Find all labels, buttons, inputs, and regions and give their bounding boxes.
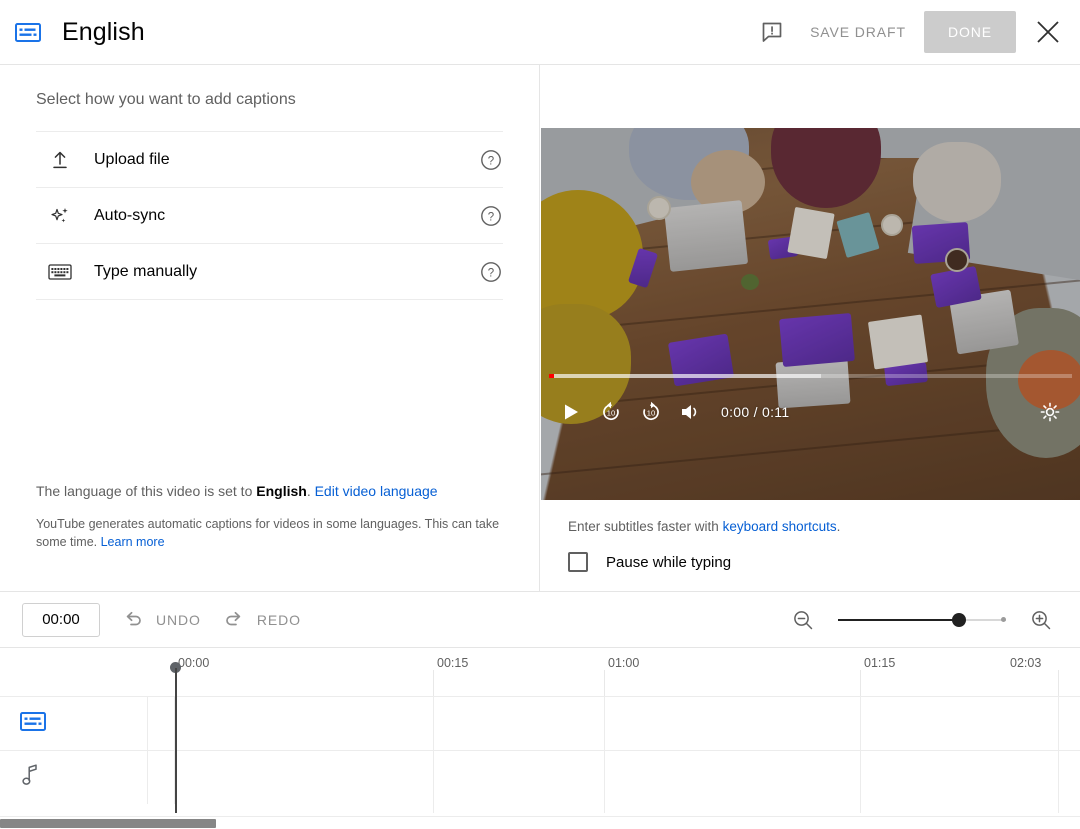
timeline-horizontal-scrollbar[interactable] xyxy=(0,816,1080,829)
keyboard-shortcuts-link[interactable]: keyboard shortcuts xyxy=(723,519,837,534)
zoom-out-icon[interactable] xyxy=(786,603,820,637)
option-upload-file[interactable]: Upload file ? xyxy=(36,132,503,188)
timeline-toolbar: UNDO REDO xyxy=(0,591,1080,647)
keyboard-shortcut-hint: Enter subtitles faster with keyboard sho… xyxy=(568,519,840,534)
video-controls: 10 10 0:00 / 0:11 xyxy=(541,386,1080,438)
timeline-gridline xyxy=(604,696,605,813)
help-circle-icon[interactable]: ? xyxy=(479,148,503,172)
undo-button[interactable]: UNDO xyxy=(122,607,201,632)
play-icon[interactable] xyxy=(551,392,591,432)
hint-suffix: . xyxy=(836,519,841,534)
zoom-in-icon[interactable] xyxy=(1024,603,1058,637)
video-time-display: 0:00 / 0:11 xyxy=(721,404,790,420)
rewind-10-icon[interactable]: 10 xyxy=(591,392,631,432)
timeline-gridline xyxy=(860,696,861,813)
help-circle-icon[interactable]: ? xyxy=(479,204,503,228)
undo-label: UNDO xyxy=(156,611,201,628)
svg-text:10: 10 xyxy=(647,409,655,418)
video-player[interactable]: 10 10 0:00 / 0:11 xyxy=(541,128,1080,500)
learn-more-link[interactable]: Learn more xyxy=(101,535,165,549)
timeline-gridline xyxy=(433,670,434,696)
zoom-slider-fill xyxy=(838,618,959,621)
upload-icon xyxy=(36,149,84,171)
header-bar: English SAVE DRAFT DONE xyxy=(0,0,1080,65)
pause-while-typing-checkbox[interactable] xyxy=(568,552,588,572)
help-circle-icon[interactable]: ? xyxy=(479,260,503,284)
keyboard-icon xyxy=(36,263,84,281)
video-preview-panel: 10 10 0:00 / 0:11 Enter subtitles faster… xyxy=(541,65,1080,591)
timeline-tick-label: 00:15 xyxy=(437,656,469,670)
zoom-slider-end-dot xyxy=(1001,617,1006,622)
lang-note-language: English xyxy=(256,483,307,499)
progress-played xyxy=(549,374,555,378)
auto-sync-sparkle-icon xyxy=(36,205,84,227)
audio-track-icon-cell xyxy=(0,751,148,804)
lang-note-prefix: The language of this video is set to xyxy=(36,483,257,499)
timeline-gridline xyxy=(1058,670,1059,696)
timeline-gridline xyxy=(433,696,434,813)
video-language-note: The language of this video is set to Eng… xyxy=(36,483,438,499)
svg-text:?: ? xyxy=(488,155,494,167)
current-time-input[interactable] xyxy=(22,602,100,637)
svg-text:?: ? xyxy=(488,267,494,279)
music-note-track-icon xyxy=(20,763,42,792)
header-actions: SAVE DRAFT DONE xyxy=(752,0,1080,64)
lang-note-suffix: . xyxy=(306,483,315,499)
forward-10-icon[interactable]: 10 xyxy=(631,392,671,432)
timeline-tick-label: 01:15 xyxy=(864,656,896,670)
timeline-tick-label: 00:00 xyxy=(178,656,210,670)
volume-icon[interactable] xyxy=(671,392,711,432)
save-draft-button[interactable]: SAVE DRAFT xyxy=(792,24,924,40)
done-button[interactable]: DONE xyxy=(923,11,1016,53)
caption-method-list: Upload file ? Auto-sync ? Type manually … xyxy=(36,131,503,300)
video-progress-bar[interactable] xyxy=(549,374,1072,378)
timeline-zoom-controls xyxy=(786,603,1080,637)
pause-while-typing-option[interactable]: Pause while typing xyxy=(568,552,731,572)
timeline-tick-label: 01:00 xyxy=(608,656,640,670)
closed-captions-track-icon xyxy=(20,711,46,736)
zoom-slider[interactable] xyxy=(838,610,1006,630)
scrollbar-thumb[interactable] xyxy=(0,819,216,828)
timeline-gridline xyxy=(1058,696,1059,813)
gear-icon[interactable] xyxy=(1030,392,1070,432)
edit-video-language-link[interactable]: Edit video language xyxy=(315,483,438,499)
zoom-slider-thumb[interactable] xyxy=(951,612,966,627)
redo-arrow-icon xyxy=(223,607,245,632)
captions-track-row[interactable] xyxy=(0,696,1080,750)
auto-captions-note: YouTube generates automatic captions for… xyxy=(36,515,504,551)
timeline-ruler[interactable]: 00:00 00:15 01:00 01:15 02:03 xyxy=(0,648,1080,696)
timeline[interactable]: 00:00 00:15 01:00 01:15 02:03 xyxy=(0,647,1080,813)
timeline-tick-label: 02:03 xyxy=(1010,656,1042,670)
video-frame xyxy=(541,128,1080,500)
option-label: Auto-sync xyxy=(94,206,166,224)
redo-button[interactable]: REDO xyxy=(223,607,301,632)
option-label: Upload file xyxy=(94,150,170,168)
closed-captions-icon xyxy=(14,18,42,46)
option-type-manually[interactable]: Type manually ? xyxy=(36,244,503,300)
timeline-gridline xyxy=(860,670,861,696)
captions-editor: English SAVE DRAFT DONE Select how you w… xyxy=(0,0,1080,829)
captions-track-icon-cell xyxy=(0,697,148,750)
option-label: Type manually xyxy=(94,262,198,280)
close-icon[interactable] xyxy=(1024,8,1072,56)
svg-text:10: 10 xyxy=(607,409,615,418)
timeline-gridline xyxy=(604,670,605,696)
undo-arrow-icon xyxy=(122,607,144,632)
pause-while-typing-label: Pause while typing xyxy=(606,553,732,571)
svg-text:?: ? xyxy=(488,211,494,223)
redo-label: REDO xyxy=(256,611,301,628)
add-captions-panel: Select how you want to add captions Uplo… xyxy=(0,65,540,591)
audio-track-row[interactable] xyxy=(0,750,1080,804)
feedback-icon[interactable] xyxy=(752,12,792,52)
hint-prefix: Enter subtitles faster with xyxy=(568,519,723,534)
progress-buffered xyxy=(549,374,821,378)
option-auto-sync[interactable]: Auto-sync ? xyxy=(36,188,503,244)
page-title: English xyxy=(62,17,145,46)
playhead-line xyxy=(175,668,177,813)
panel-heading: Select how you want to add captions xyxy=(36,91,296,108)
